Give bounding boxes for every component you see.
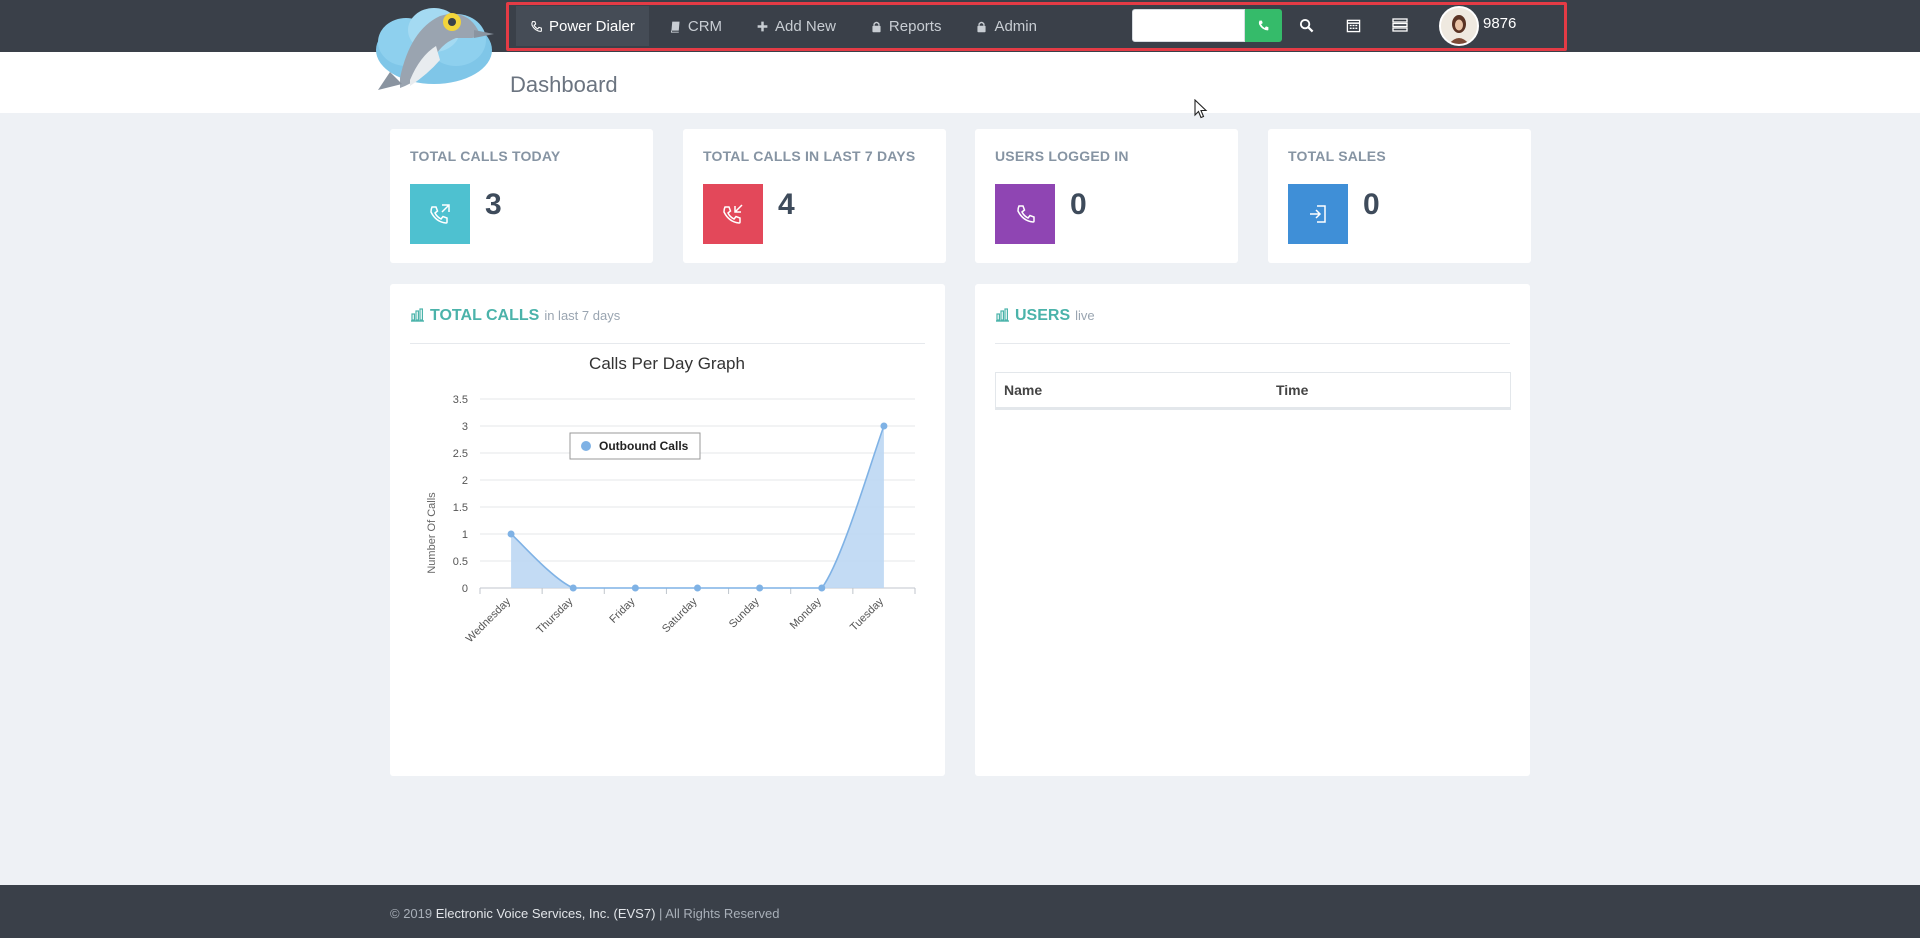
dial-number-input[interactable] xyxy=(1132,9,1245,42)
y-tick-label: 3 xyxy=(462,421,468,433)
x-tick-label: Monday xyxy=(788,595,825,632)
stat-icon-box xyxy=(703,184,763,244)
mouse-cursor-icon xyxy=(1194,99,1208,119)
book-icon xyxy=(670,21,680,33)
y-tick-label: 1 xyxy=(462,529,468,541)
stat-value: 0 xyxy=(1363,188,1380,221)
company-link[interactable]: Electronic Voice Services, Inc. (EVS7) xyxy=(436,906,656,921)
stat-label: TOTAL SALES xyxy=(1288,148,1386,164)
dolphin-logo[interactable] xyxy=(370,0,498,92)
calendar-button[interactable] xyxy=(1342,14,1364,36)
stat-label: TOTAL CALLS IN LAST 7 DAYS xyxy=(703,148,916,164)
y-tick-label: 1.5 xyxy=(453,502,468,514)
list-icon xyxy=(1392,18,1408,32)
calendar-icon xyxy=(1346,19,1360,32)
calls-per-day-chart: Calls Per Day Graph Number Of Calls 0 0.5… xyxy=(426,354,916,645)
footer: © 2019 Electronic Voice Services, Inc. (… xyxy=(0,885,1920,938)
stat-card-users-logged-in: USERS LOGGED IN 0 xyxy=(975,129,1238,263)
incoming-call-icon xyxy=(723,204,743,224)
panel-title: USERS live xyxy=(995,306,1095,325)
outgoing-call-icon xyxy=(430,204,450,224)
stat-value: 0 xyxy=(1070,188,1087,221)
y-tick-label: 0 xyxy=(462,583,468,595)
data-point[interactable] xyxy=(756,584,764,592)
nav-item-reports[interactable]: Reports xyxy=(856,6,956,46)
users-table: Name Time xyxy=(995,372,1511,410)
stat-label: TOTAL CALLS TODAY xyxy=(410,148,561,164)
user-extension[interactable]: 9876 xyxy=(1483,15,1516,32)
user-avatar[interactable] xyxy=(1439,6,1479,46)
y-tick-label: 2.5 xyxy=(453,448,468,460)
lock-icon xyxy=(977,21,987,32)
stat-label: USERS LOGGED IN xyxy=(995,148,1129,164)
panel-divider xyxy=(995,343,1510,344)
stat-value: 4 xyxy=(778,188,795,221)
data-point[interactable] xyxy=(694,584,701,592)
column-header-time[interactable]: Time xyxy=(1268,373,1510,407)
data-point[interactable] xyxy=(818,584,826,592)
nav-item-label: Power Dialer xyxy=(549,17,635,35)
main-nav: Power Dialer CRM Add New Reports Admin xyxy=(516,6,1057,46)
stat-icon-box xyxy=(995,184,1055,244)
nav-item-crm[interactable]: CRM xyxy=(655,6,736,46)
nav-item-power-dialer[interactable]: Power Dialer xyxy=(516,6,649,46)
x-tick-label: Thursday xyxy=(534,595,575,636)
panel-title-text: USERS xyxy=(1015,307,1071,324)
panel-title: TOTAL CALLS in last 7 days xyxy=(410,306,620,325)
nav-item-admin[interactable]: Admin xyxy=(961,6,1051,46)
rights-reserved: | All Rights Reserved xyxy=(659,906,780,921)
bar-chart-icon xyxy=(411,308,424,322)
data-point[interactable] xyxy=(507,530,515,538)
nav-item-label: CRM xyxy=(687,17,723,35)
stat-value: 3 xyxy=(485,188,502,221)
dial-call-button[interactable] xyxy=(1245,9,1282,42)
footer-text: © 2019 Electronic Voice Services, Inc. (… xyxy=(390,906,779,921)
stat-icon-box xyxy=(1288,184,1348,244)
plus-icon xyxy=(757,21,768,31)
page-title: Dashboard xyxy=(510,72,618,97)
stat-card-total-calls-today: TOTAL CALLS TODAY 3 xyxy=(390,129,653,263)
list-button[interactable] xyxy=(1389,14,1411,36)
chart-title: Calls Per Day Graph xyxy=(589,354,745,373)
phone-icon xyxy=(1017,205,1035,223)
column-header-name[interactable]: Name xyxy=(996,373,1268,407)
search-icon xyxy=(1299,18,1313,32)
x-tick-label: Saturday xyxy=(660,595,700,635)
y-tick-label: 2 xyxy=(462,475,468,487)
phone-icon xyxy=(1258,20,1269,31)
bar-chart-icon xyxy=(996,308,1009,322)
data-point[interactable] xyxy=(880,422,888,430)
lock-icon xyxy=(872,21,881,32)
panel-subtitle: in last 7 days xyxy=(544,308,621,323)
legend-marker xyxy=(581,441,591,451)
stat-card-total-sales: TOTAL SALES 0 xyxy=(1268,129,1531,263)
copyright-year: © 2019 xyxy=(390,906,433,921)
x-tick-label: Wednesday xyxy=(464,595,514,645)
y-axis-label: Number Of Calls xyxy=(426,492,438,574)
nav-item-label: Admin xyxy=(994,17,1037,35)
nav-item-label: Add New xyxy=(775,17,836,35)
x-tick-label: Sunday xyxy=(727,595,762,630)
sign-in-icon xyxy=(1310,205,1326,223)
total-calls-panel: TOTAL CALLS in last 7 days Calls Per Day… xyxy=(390,284,945,776)
panel-subtitle: live xyxy=(1075,308,1095,323)
legend-label: Outbound Calls xyxy=(599,439,689,453)
data-point[interactable] xyxy=(631,584,639,592)
data-point[interactable] xyxy=(569,584,577,592)
panel-title-text: TOTAL CALLS xyxy=(430,307,540,324)
stat-icon-box xyxy=(410,184,470,244)
y-tick-label: 3.5 xyxy=(453,394,468,406)
page-header: Dashboard xyxy=(0,52,1920,113)
phone-icon xyxy=(531,20,542,32)
nav-item-add-new[interactable]: Add New xyxy=(742,6,850,46)
chart-legend[interactable]: Outbound Calls xyxy=(569,432,701,460)
search-button[interactable] xyxy=(1295,14,1317,36)
stat-card-total-calls-7-days: TOTAL CALLS IN LAST 7 DAYS 4 xyxy=(683,129,946,263)
x-tick-label: Friday xyxy=(607,595,637,625)
nav-item-label: Reports xyxy=(888,17,942,35)
x-tick-label: Tuesday xyxy=(848,595,886,633)
y-tick-label: 0.5 xyxy=(453,556,468,568)
users-live-panel: USERS live Name Time xyxy=(975,284,1530,776)
